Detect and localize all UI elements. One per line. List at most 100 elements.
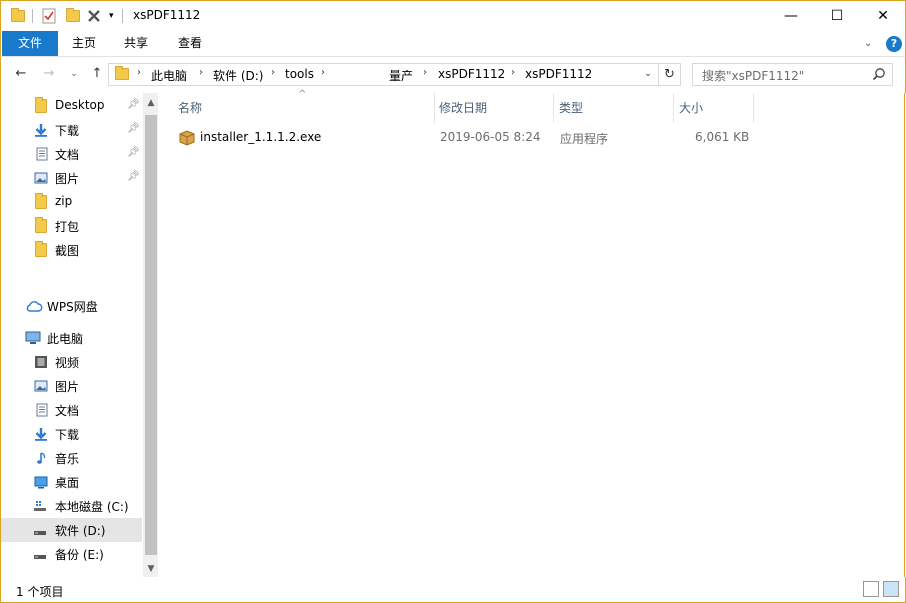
details-view-icon[interactable] xyxy=(863,581,879,597)
breadcrumb-tools[interactable]: tools xyxy=(285,67,314,81)
chevron-right-icon[interactable]: › xyxy=(271,67,275,78)
nav-item-pack[interactable]: 打包 xyxy=(1,214,142,238)
nav-item-drive-e[interactable]: 备份 (E:) xyxy=(1,542,142,566)
nav-item-videos[interactable]: 视频 xyxy=(1,350,142,374)
nav-item-pc-documents[interactable]: 文档 xyxy=(1,398,142,422)
column-header-modified[interactable]: 修改日期 xyxy=(419,93,553,123)
file-size: 6,061 KB xyxy=(695,130,750,144)
music-icon xyxy=(37,452,46,464)
pin-icon[interactable]: 📌︎ xyxy=(127,147,140,158)
nav-item-screenshots[interactable]: 截图 xyxy=(1,238,142,262)
expand-ribbon-icon[interactable]: ⌄ xyxy=(864,38,872,49)
nav-label: 下载 xyxy=(55,428,80,442)
breadcrumb-mass-production[interactable]: 量产 xyxy=(389,67,413,84)
scroll-thumb[interactable] xyxy=(145,115,157,555)
chevron-right-icon[interactable]: › xyxy=(137,67,141,78)
folder-icon xyxy=(115,66,129,80)
nav-scrollbar[interactable]: ▲ ▼ xyxy=(143,93,159,577)
file-name[interactable]: installer_1.1.1.2.exe xyxy=(200,130,321,144)
nav-item-this-pc[interactable]: 此电脑 xyxy=(1,326,142,350)
column-header-name[interactable]: 名称 xyxy=(158,93,434,123)
tab-home[interactable]: 主页 xyxy=(61,31,107,56)
large-icons-view-icon[interactable] xyxy=(883,581,899,597)
nav-item-pc-downloads[interactable]: 下载 xyxy=(1,422,142,446)
forward-icon[interactable]: → xyxy=(40,65,58,83)
chevron-down-icon[interactable]: ⌄ xyxy=(638,64,658,85)
table-row[interactable]: installer_1.1.1.2.exe 2019-06-05 8:24 应用… xyxy=(174,126,764,150)
nav-label: 下载 xyxy=(55,124,80,138)
help-icon[interactable]: ? xyxy=(886,36,902,52)
maximize-button[interactable]: ☐ xyxy=(814,1,860,31)
breadcrumb-xspdf-current[interactable]: xsPDF1112 xyxy=(525,67,592,81)
title-bar: ▾ xsPDF1112 — ☐ ✕ xyxy=(0,0,906,31)
tab-share[interactable]: 共享 xyxy=(113,31,159,56)
nav-item-desktop-pc[interactable]: 桌面 xyxy=(1,470,142,494)
customize-toolbar-icon[interactable]: ▾ xyxy=(109,7,114,25)
file-type: 应用程序 xyxy=(560,132,609,146)
nav-item-drive-d[interactable]: 软件 (D:) xyxy=(1,518,142,542)
nav-item-pictures[interactable]: 图片 📌︎ xyxy=(1,166,142,190)
nav-label: 打包 xyxy=(55,220,80,234)
nav-label: 音乐 xyxy=(55,452,80,466)
nav-item-drive-c[interactable]: 本地磁盘 (C:) xyxy=(1,494,142,518)
breadcrumb-xspdf-parent[interactable]: xsPDF1112 xyxy=(438,67,505,81)
chevron-right-icon[interactable]: › xyxy=(511,67,515,78)
folder-icon xyxy=(35,97,49,113)
scroll-up-icon[interactable]: ▲ xyxy=(143,95,159,111)
search-input[interactable]: 搜索"xsPDF1112" xyxy=(692,63,893,86)
pin-icon[interactable]: 📌︎ xyxy=(127,123,140,134)
tab-file[interactable]: 文件 xyxy=(2,31,58,56)
breadcrumb-this-pc[interactable]: 此电脑 xyxy=(151,67,187,84)
nav-label: 视频 xyxy=(55,356,80,370)
refresh-icon[interactable]: ↻ xyxy=(659,63,681,86)
ribbon-tabs: 文件 主页 共享 查看 ⌄ ? xyxy=(0,31,906,57)
chevron-right-icon[interactable]: › xyxy=(199,67,203,78)
nav-label: Desktop xyxy=(55,98,105,112)
up-icon[interactable]: ↑ xyxy=(88,65,106,83)
close-button[interactable]: ✕ xyxy=(860,1,906,31)
picture-icon xyxy=(34,380,48,392)
search-placeholder: 搜索"xsPDF1112" xyxy=(702,69,805,83)
nav-label: 本地磁盘 (C:) xyxy=(55,500,129,514)
address-bar[interactable]: › 此电脑 › 软件 (D:) › tools › 量产 › xsPDF1112… xyxy=(108,63,659,86)
column-header-type[interactable]: 类型 xyxy=(539,93,673,123)
nav-item-pc-pictures[interactable]: 图片 xyxy=(1,374,142,398)
pin-icon[interactable]: 📌︎ xyxy=(127,99,140,110)
search-icon[interactable] xyxy=(872,67,886,81)
chevron-right-icon[interactable]: › xyxy=(321,67,325,78)
folder-icon xyxy=(35,193,49,209)
nav-item-desktop[interactable]: Desktop 📌︎ xyxy=(1,94,142,118)
chevron-right-icon[interactable]: › xyxy=(423,67,427,78)
scroll-down-icon[interactable]: ▼ xyxy=(143,561,159,577)
back-icon[interactable]: ← xyxy=(12,65,30,83)
column-divider[interactable] xyxy=(753,93,754,123)
package-icon xyxy=(179,130,195,146)
nav-item-documents[interactable]: 文档 📌︎ xyxy=(1,142,142,166)
nav-item-zip[interactable]: zip xyxy=(1,190,142,214)
nav-item-wps-cloud[interactable]: WPS网盘 xyxy=(1,294,142,318)
nav-item-downloads[interactable]: 下载 📌︎ xyxy=(1,118,142,142)
navigation-pane: Desktop 📌︎ 下载 📌︎ 文档 📌︎ 图片 📌︎ zip 打包 截图 W… xyxy=(0,93,159,577)
pin-icon[interactable]: 📌︎ xyxy=(127,171,140,182)
minimize-button[interactable]: — xyxy=(768,1,814,31)
nav-item-music[interactable]: 音乐 xyxy=(1,446,142,470)
drive-icon xyxy=(34,501,46,511)
recent-locations-icon[interactable]: ⌄ xyxy=(65,65,83,83)
breadcrumb-drive-d[interactable]: 软件 (D:) xyxy=(213,67,263,84)
divider xyxy=(32,9,33,23)
properties-icon[interactable] xyxy=(42,7,56,25)
delete-icon[interactable] xyxy=(87,7,101,25)
column-header-size[interactable]: 大小 xyxy=(659,93,753,123)
folder-icon xyxy=(35,217,49,233)
document-icon xyxy=(36,403,48,417)
drive-icon xyxy=(34,555,46,559)
divider xyxy=(122,9,123,23)
nav-label: 桌面 xyxy=(55,476,80,490)
folder-icon xyxy=(11,7,25,25)
cloud-icon xyxy=(26,301,43,312)
tab-view[interactable]: 查看 xyxy=(167,31,213,56)
navigation-bar: ← → ⌄ ↑ › 此电脑 › 软件 (D:) › tools › 量产 › x… xyxy=(0,57,906,93)
computer-icon xyxy=(25,331,41,344)
new-folder-icon[interactable] xyxy=(66,7,80,25)
desktop-icon xyxy=(34,476,48,489)
